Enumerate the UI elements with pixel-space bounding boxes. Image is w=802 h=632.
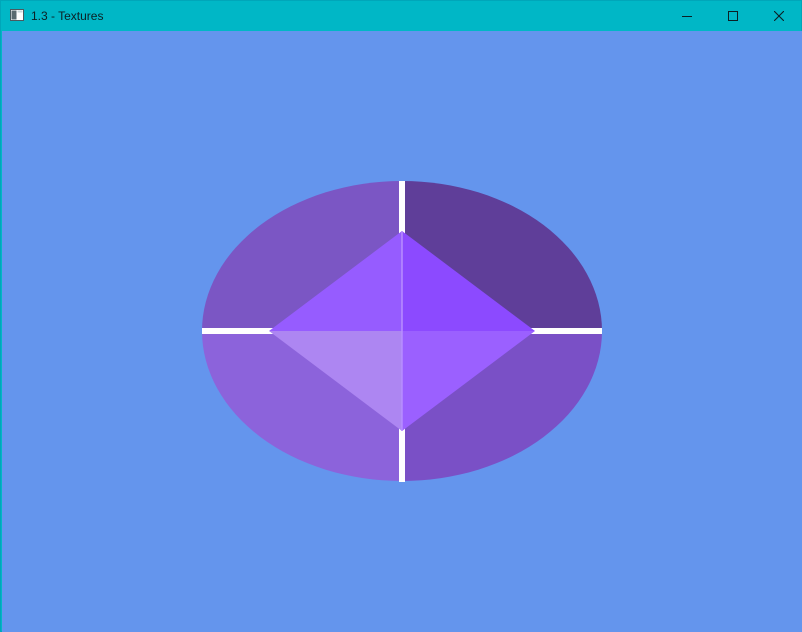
window-title: 1.3 - Textures bbox=[31, 9, 104, 23]
application-window: 1.3 - Textures bbox=[0, 0, 802, 632]
rendered-scene bbox=[202, 181, 602, 482]
minimize-button[interactable] bbox=[664, 1, 710, 31]
close-button[interactable] bbox=[756, 1, 802, 31]
maximize-button[interactable] bbox=[710, 1, 756, 31]
close-icon bbox=[774, 11, 784, 21]
minimize-icon bbox=[682, 16, 692, 17]
maximize-icon bbox=[728, 11, 738, 21]
title-bar[interactable]: 1.3 - Textures bbox=[1, 1, 801, 31]
console-window-icon bbox=[10, 9, 24, 21]
render-viewport[interactable] bbox=[2, 31, 802, 632]
